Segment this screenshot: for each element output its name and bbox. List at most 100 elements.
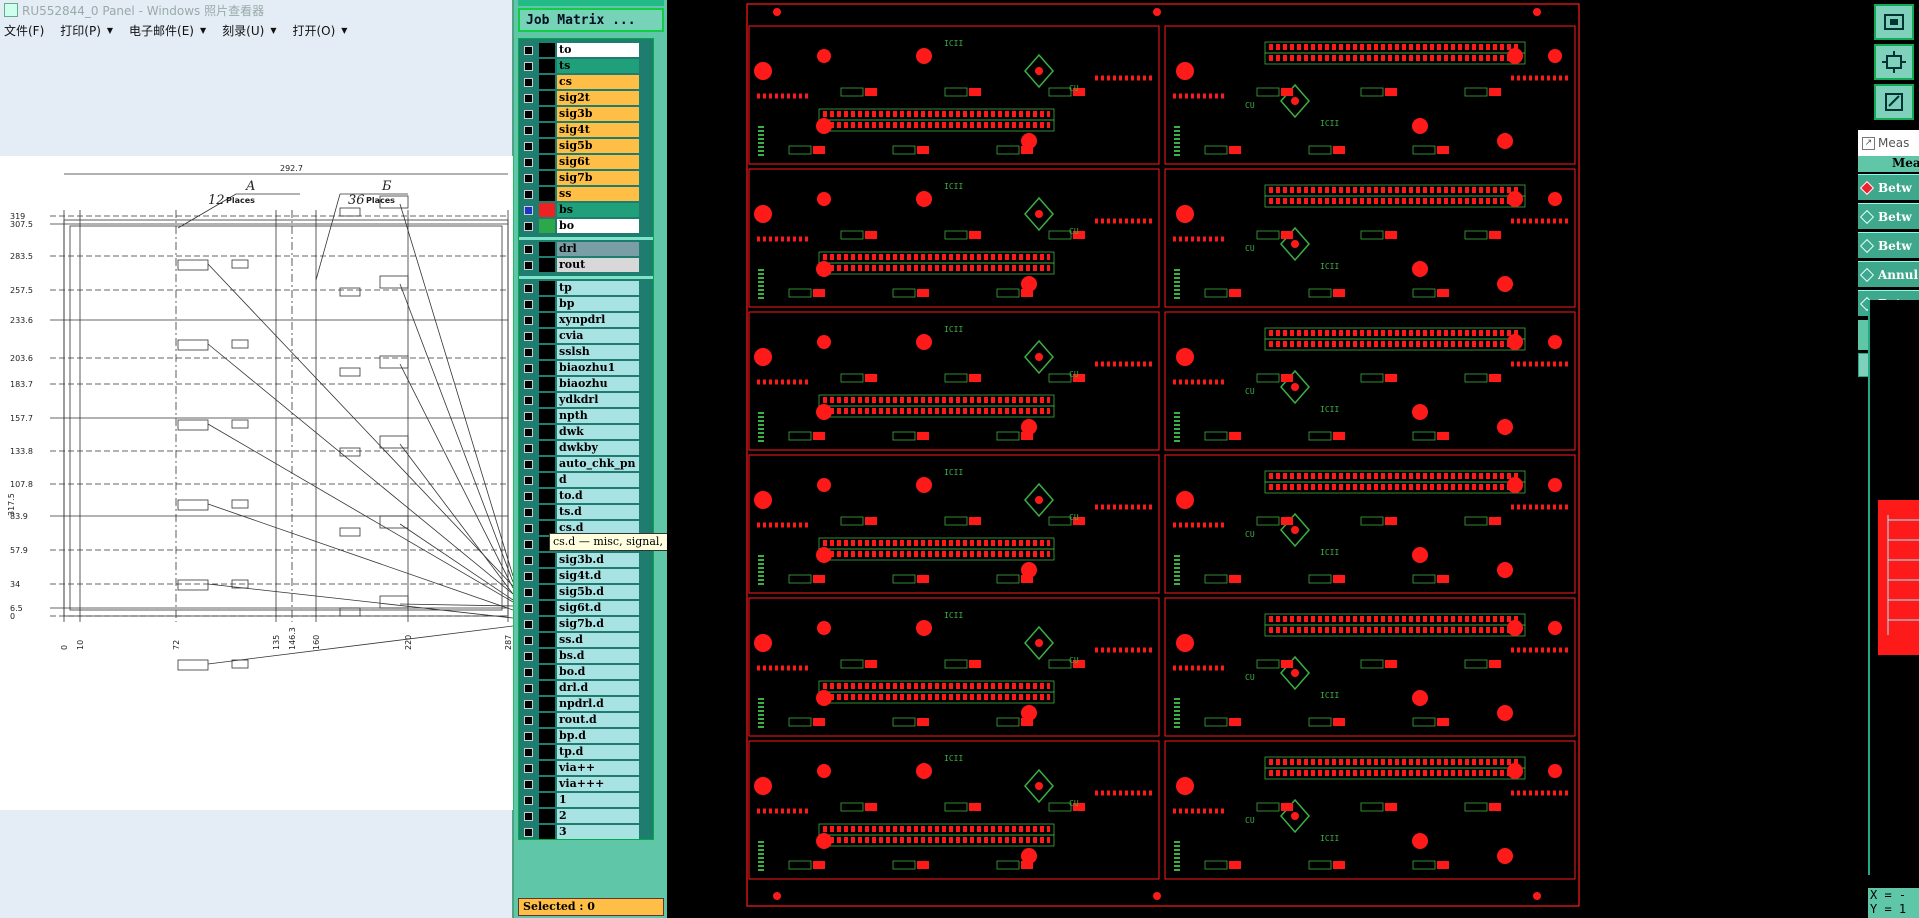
layer-display-toggle[interactable] (539, 473, 555, 487)
layer-select-checkbox[interactable] (524, 540, 533, 549)
layer-select-checkbox[interactable] (524, 620, 533, 629)
layer-name[interactable]: biaozhu1 (557, 361, 639, 375)
pcb-panel-view[interactable]: ICIICUICIICUICIICUICIICUICIICUICIICUICII… (667, 0, 1853, 918)
layer-row[interactable]: sig4t.d (519, 569, 651, 583)
layer-display-toggle[interactable] (539, 75, 555, 89)
layer-row[interactable]: tp.d (519, 745, 651, 759)
layer-name[interactable]: sig6t (557, 155, 639, 169)
layer-display-toggle[interactable] (539, 505, 555, 519)
layer-select-checkbox[interactable] (524, 332, 533, 341)
layer-select-checkbox[interactable] (524, 636, 533, 645)
layer-display-toggle[interactable] (539, 425, 555, 439)
layer-name[interactable]: dwkby (557, 441, 639, 455)
layer-select-checkbox[interactable] (524, 284, 533, 293)
layer-row[interactable]: sig6t (519, 155, 651, 169)
layer-display-toggle[interactable] (539, 441, 555, 455)
layer-display-toggle[interactable] (539, 777, 555, 791)
layer-row[interactable]: sig2t (519, 91, 651, 105)
layer-row[interactable]: sig6t.d (519, 601, 651, 615)
layer-name[interactable]: bs (557, 203, 639, 217)
layer-row[interactable]: cs (519, 75, 651, 89)
layer-name[interactable]: tp.d (557, 745, 639, 759)
layer-display-toggle[interactable] (539, 633, 555, 647)
layer-display-toggle[interactable] (539, 665, 555, 679)
layer-row[interactable]: sig5b (519, 139, 651, 153)
layer-select-checkbox[interactable] (524, 796, 533, 805)
layer-row[interactable]: dwk (519, 425, 651, 439)
layer-display-toggle[interactable] (539, 393, 555, 407)
layer-name[interactable]: ts (557, 59, 639, 73)
layer-display-toggle[interactable] (539, 171, 555, 185)
layer-select-checkbox[interactable] (524, 94, 533, 103)
layer-select-checkbox[interactable] (524, 668, 533, 677)
layer-display-toggle[interactable] (539, 585, 555, 599)
layer-name[interactable]: bp (557, 297, 639, 311)
layer-display-toggle[interactable] (539, 313, 555, 327)
layer-name[interactable]: via++ (557, 761, 639, 775)
layer-name[interactable]: biaozhu (557, 377, 639, 391)
layer-name[interactable]: via+++ (557, 777, 639, 791)
layer-display-toggle[interactable] (539, 107, 555, 121)
layer-row[interactable]: ts.d (519, 505, 651, 519)
layer-row[interactable]: via++ (519, 761, 651, 775)
layer-name[interactable]: 3 (557, 825, 639, 839)
layer-row[interactable]: ss.d (519, 633, 651, 647)
layer-display-toggle[interactable] (539, 203, 555, 217)
layer-row[interactable]: to.d (519, 489, 651, 503)
layer-name[interactable]: ts.d (557, 505, 639, 519)
layer-select-checkbox[interactable] (524, 748, 533, 757)
layer-row[interactable]: sig3b (519, 107, 651, 121)
layer-display-toggle[interactable] (539, 155, 555, 169)
layer-select-checkbox[interactable] (524, 780, 533, 789)
layer-select-checkbox[interactable] (524, 190, 533, 199)
layer-name[interactable]: cvia (557, 329, 639, 343)
layer-display-toggle[interactable] (539, 345, 555, 359)
layer-select-checkbox[interactable] (524, 572, 533, 581)
viewer-menu-item[interactable]: 电子邮件(E) ▼ (129, 22, 206, 39)
layer-select-checkbox[interactable] (524, 300, 533, 309)
layer-name[interactable]: bp.d (557, 729, 639, 743)
layer-select-checkbox[interactable] (524, 412, 533, 421)
layer-row[interactable]: via+++ (519, 777, 651, 791)
layer-select-checkbox[interactable] (524, 158, 533, 167)
layer-name[interactable]: ss (557, 187, 639, 201)
layer-display-toggle[interactable] (539, 601, 555, 615)
measure-option[interactable]: Betw (1858, 174, 1919, 200)
layer-display-toggle[interactable] (539, 617, 555, 631)
layer-select-checkbox[interactable] (524, 428, 533, 437)
measure-option[interactable]: Betw (1858, 203, 1919, 229)
layer-name[interactable]: sig6t.d (557, 601, 639, 615)
layer-select-checkbox[interactable] (524, 716, 533, 725)
layer-name[interactable]: sig5b (557, 139, 639, 153)
layer-display-toggle[interactable] (539, 123, 555, 137)
layer-name[interactable]: bo.d (557, 665, 639, 679)
layer-display-toggle[interactable] (539, 329, 555, 343)
layer-select-checkbox[interactable] (524, 110, 533, 119)
layer-display-toggle[interactable] (539, 489, 555, 503)
layer-select-checkbox[interactable] (524, 828, 533, 837)
zoom-home-icon[interactable] (1874, 4, 1914, 40)
layer-row[interactable]: ss (519, 187, 651, 201)
layer-select-checkbox[interactable] (524, 764, 533, 773)
layer-display-toggle[interactable] (539, 242, 555, 256)
layer-name[interactable]: sig3b.d (557, 553, 639, 567)
measure-option[interactable]: Betw (1858, 232, 1919, 258)
layer-display-toggle[interactable] (539, 681, 555, 695)
layer-name[interactable]: npth (557, 409, 639, 423)
layer-name[interactable]: sig5b.d (557, 585, 639, 599)
layer-select-checkbox[interactable] (524, 812, 533, 821)
layer-display-toggle[interactable] (539, 713, 555, 727)
layer-name[interactable]: npdrl.d (557, 697, 639, 711)
layer-display-toggle[interactable] (539, 793, 555, 807)
layer-display-toggle[interactable] (539, 43, 555, 57)
layer-select-checkbox[interactable] (524, 732, 533, 741)
layer-select-checkbox[interactable] (524, 206, 533, 215)
layer-row[interactable]: d (519, 473, 651, 487)
layer-display-toggle[interactable] (539, 569, 555, 583)
layer-name[interactable]: sig7b (557, 171, 639, 185)
layer-select-checkbox[interactable] (524, 684, 533, 693)
layer-name[interactable]: sig3b (557, 107, 639, 121)
layer-row[interactable]: bp.d (519, 729, 651, 743)
layer-select-checkbox[interactable] (524, 700, 533, 709)
viewer-menu-item[interactable]: 打开(O) ▼ (292, 22, 347, 39)
